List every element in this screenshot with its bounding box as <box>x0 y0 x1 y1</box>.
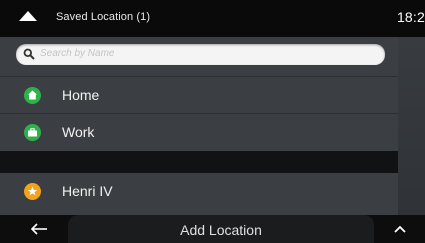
location-list-panel: Search by Name Home Work Henri IV <box>0 37 398 215</box>
back-arrow-icon[interactable] <box>30 223 48 235</box>
clock-text: 18:2 <box>396 9 425 25</box>
list-item-label: Work <box>62 124 95 140</box>
search-input[interactable]: Search by Name <box>16 44 385 65</box>
list-item-label: Henri IV <box>62 183 113 199</box>
add-location-button[interactable]: Add Location <box>68 215 374 243</box>
collapse-arrow-icon[interactable] <box>19 11 37 21</box>
search-placeholder: Search by Name <box>40 48 115 59</box>
chevron-up-icon[interactable] <box>393 224 407 234</box>
title-bar: Saved Location (1) 18:2 <box>0 0 425 37</box>
section-divider <box>0 151 398 173</box>
list-item-label: Home <box>62 87 100 103</box>
list-item-home[interactable]: Home <box>0 76 398 114</box>
bottom-bar: Add Location <box>0 215 425 243</box>
list-item-work[interactable]: Work <box>0 113 398 151</box>
list-item-henri-iv[interactable]: Henri IV <box>0 173 398 210</box>
page-title: Saved Location (1) <box>56 11 151 23</box>
star-icon <box>24 183 41 200</box>
briefcase-icon <box>24 124 41 141</box>
screen: Saved Location (1) 18:2 Search by Name H… <box>0 0 425 243</box>
search-icon <box>23 48 35 60</box>
home-icon <box>24 87 41 104</box>
add-location-label: Add Location <box>180 222 262 238</box>
search-row: Search by Name <box>0 37 398 76</box>
